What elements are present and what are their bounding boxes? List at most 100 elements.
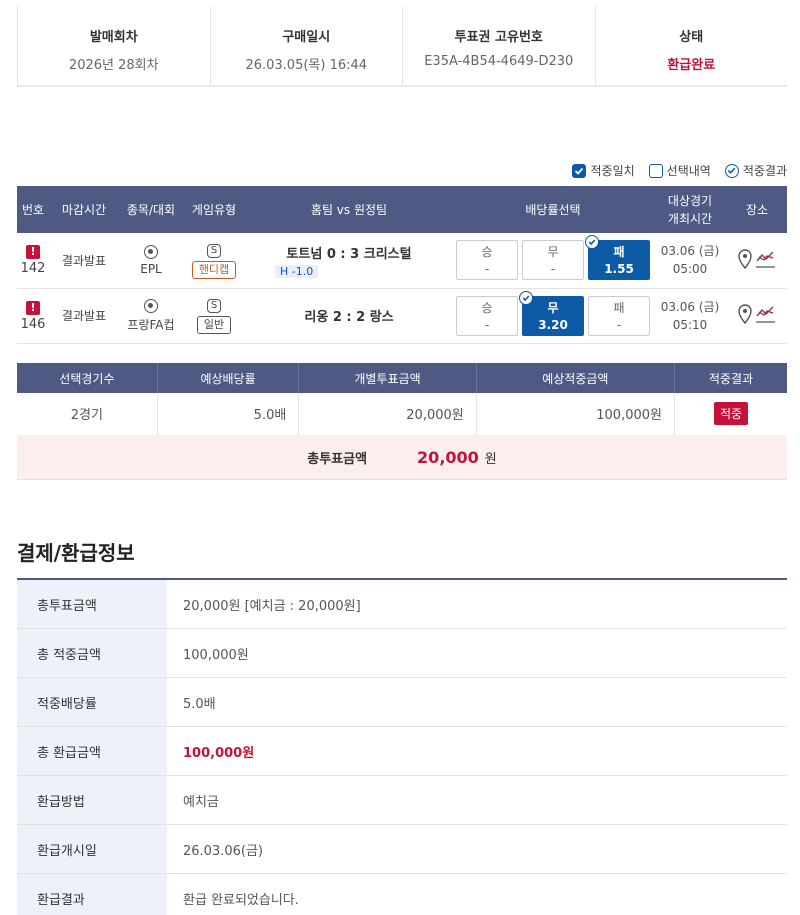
legend-label: 적중결과 <box>742 164 787 178</box>
total-value: 20,000 <box>417 447 479 467</box>
league-name: 프랑FA컵 <box>127 317 175 332</box>
info-row: 환급개시일 26.03.06(금) <box>17 825 787 874</box>
legend-label: 적중일치 <box>590 164 635 178</box>
teams-cell: 토트넘 0 : 3 크리스털 H -1.0 <box>245 233 453 289</box>
odds-value: 1.55 <box>604 262 634 277</box>
home-team: 토트넘 <box>286 246 323 262</box>
col-expected-win: 예상적중금액 <box>476 363 675 393</box>
info-value: 100,000원 <box>183 647 249 663</box>
col-league: 종목/대회 <box>119 186 183 233</box>
sport-badge: S <box>207 243 221 258</box>
total-unit: 원 <box>484 451 497 467</box>
info-value: 100,000원 <box>183 745 255 761</box>
legend-item-match[interactable]: 적중일치 <box>572 162 635 179</box>
summary-purchase-time: 구매일시 26.03.05(목) 16:44 <box>211 6 403 85</box>
soccer-ball-icon <box>144 298 158 313</box>
chart-icon[interactable] <box>756 251 775 268</box>
chart-icon[interactable] <box>756 306 775 323</box>
league-cell: 프랑FA컵 <box>119 288 183 344</box>
odds-button-draw[interactable]: 무 - <box>522 240 584 281</box>
match-result: 리옹 2 : 2 랑스 <box>245 306 453 325</box>
game-type-cell: S 일반 <box>183 288 245 344</box>
col-hit-result: 적중결과 <box>674 363 787 393</box>
checkbox-icon <box>648 163 663 178</box>
warning-icon: ! <box>26 245 40 260</box>
league-cell: EPL <box>119 233 183 289</box>
info-key: 적중배당률 <box>17 678 167 726</box>
summary-round: 발매회차 2026년 28회차 <box>17 6 211 85</box>
odds-label: 승 <box>481 300 493 315</box>
deadline-cell: 결과발표 <box>49 288 119 344</box>
info-row: 환급결과 환급 완료되었습니다. <box>17 874 787 915</box>
home-score: 2 <box>332 310 342 325</box>
col-expected-odds: 예상배당률 <box>157 363 300 393</box>
legend-item-result[interactable]: 적중결과 <box>724 162 787 179</box>
game-number: 142 <box>20 261 46 277</box>
info-value: 환급 완료되었습니다. <box>183 892 299 908</box>
venue-cell <box>727 233 787 289</box>
odds-button-win[interactable]: 승 - <box>456 295 518 336</box>
away-score: 2 <box>356 310 366 325</box>
col-teams: 홈팀 vs 원정팀 <box>245 186 453 233</box>
legend-label: 선택내역 <box>666 164 711 178</box>
summary-value: 2026년 28회차 <box>68 58 159 73</box>
info-value: 20,000원 [예치금 : 20,000원] <box>183 598 361 614</box>
handicap-badge: H -1.0 <box>275 264 319 278</box>
hit-badge: 적중 <box>713 402 749 426</box>
odds-button-lose[interactable]: 패 1.55 <box>585 235 650 281</box>
info-key: 총투표금액 <box>17 580 167 628</box>
odds-label: 패 <box>613 245 625 260</box>
expected-cell: 100,000원 <box>476 393 675 436</box>
total-label: 총투표금액 <box>307 451 368 467</box>
home-team: 리옹 <box>304 310 329 325</box>
total-bar: 총투표금액 20,000 원 <box>17 435 787 480</box>
game-number-cell: ! 146 <box>17 288 49 344</box>
info-row: 총투표금액 20,000원 [예치금 : 20,000원] <box>17 580 787 629</box>
info-row: 적중배당률 5.0배 <box>17 678 787 727</box>
odds-label: 승 <box>481 245 493 260</box>
summary-label: 구매일시 <box>282 30 331 45</box>
away-team: 랑스 <box>369 310 394 325</box>
result-table: 선택경기수 예상배당률 개별투표금액 예상적중금액 적중결과 2경기 5.0배 … <box>17 363 787 436</box>
info-key: 총 환급금액 <box>17 727 167 775</box>
summary-label: 투표권 고유번호 <box>454 30 543 45</box>
home-score: 0 <box>326 246 336 262</box>
location-pin-icon[interactable] <box>738 304 752 325</box>
info-key: 환급결과 <box>17 874 167 915</box>
hit-cell: 적중 <box>674 393 787 436</box>
odds-button-win[interactable]: 승 - <box>456 240 518 281</box>
col-venue: 장소 <box>727 186 787 233</box>
table-row: ! 146 결과발표 프랑FA컵 S 일반 리옹 2 : 2 랑스 승 - 무 … <box>17 288 787 344</box>
odds-cell: 승 - 무 - 패 1.55 <box>453 233 653 289</box>
game-date: 03.06 (금) <box>660 244 720 259</box>
info-row: 총 환급금액 100,000원 <box>17 727 787 776</box>
odds-button-lose[interactable]: 패 - <box>588 295 650 336</box>
odds-label: 무 <box>547 300 559 315</box>
odds-value: - <box>550 262 556 277</box>
status-badge: 환급완료 <box>667 58 716 73</box>
odds-value: - <box>484 317 490 332</box>
info-value: 5.0배 <box>183 696 216 712</box>
check-icon <box>572 163 587 178</box>
away-team: 크리스털 <box>363 246 412 262</box>
location-pin-icon[interactable] <box>738 249 752 269</box>
check-circle-icon <box>724 163 739 178</box>
odds-label: 패 <box>613 300 625 315</box>
ticket-summary: 발매회차 2026년 28회차 구매일시 26.03.05(목) 16:44 투… <box>17 6 787 87</box>
league-name: EPL <box>140 261 162 276</box>
summary-ticket-id: 투표권 고유번호 E35A-4B54-4649-D230 <box>403 6 596 85</box>
game-type-badge: 핸디캡 <box>191 260 237 279</box>
odds-button-draw[interactable]: 무 3.20 <box>519 290 584 336</box>
info-key: 총 적중금액 <box>17 629 167 677</box>
info-value: 26.03.06(금) <box>183 843 263 859</box>
legend-item-selection[interactable]: 선택내역 <box>648 162 711 179</box>
warning-icon: ! <box>26 300 40 315</box>
game-time-cell: 03.06 (금) 05:00 <box>653 233 727 289</box>
summary-value: E35A-4B54-4649-D230 <box>424 54 574 69</box>
summary-value: 26.03.05(목) 16:44 <box>245 58 368 73</box>
col-odds: 배당률선택 <box>453 186 653 233</box>
table-row: ! 142 결과발표 EPL S 핸디캡 토트넘 0 : 3 크리스털 H -1… <box>17 233 787 289</box>
table-header-row: 선택경기수 예상배당률 개별투표금액 예상적중금액 적중결과 <box>17 363 787 393</box>
table-row: 2경기 5.0배 20,000원 100,000원 적중 <box>17 393 787 436</box>
odds-value: - <box>484 262 490 277</box>
